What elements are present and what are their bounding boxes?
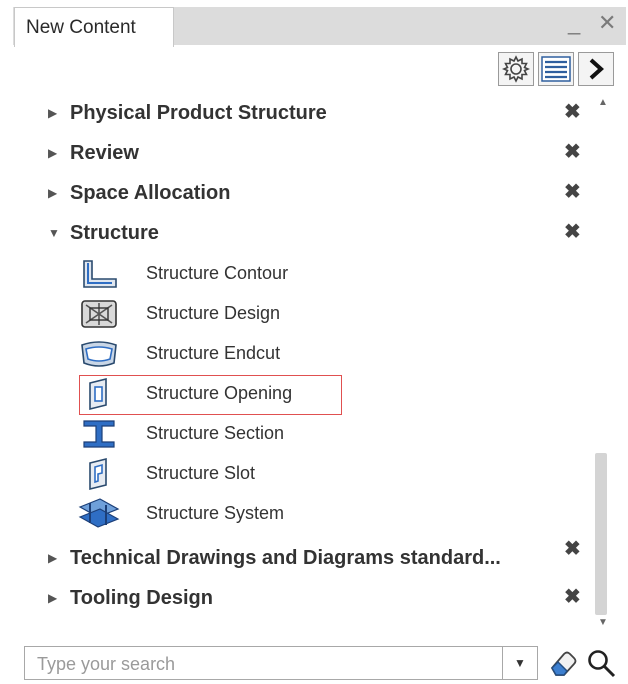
expand-arrow-icon: ▶ [48,551,58,565]
category-space-allocation[interactable]: ▶ Space Allocation ✖ [0,177,581,213]
category-review[interactable]: ▶ Review ✖ [0,137,581,173]
remove-category-button[interactable]: ✖ [564,584,581,609]
category-technical-drawings[interactable]: ▶ Technical Drawings and Diagrams standa… [0,538,581,578]
expand-arrow-icon: ▶ [48,186,58,200]
category-structure[interactable]: ▼ Structure ✖ [0,217,581,253]
panel-toolbar [498,52,614,86]
expand-arrow-icon: ▶ [48,591,58,605]
item-label: Structure Section [146,423,285,443]
search-box: ▼ [24,646,538,681]
remove-category-button[interactable]: ✖ [564,99,581,124]
item-label: Structure Slot [146,463,256,483]
category-physical-product-structure[interactable]: ▶ Physical Product Structure ✖ [0,97,581,133]
search-input[interactable] [25,647,515,681]
category-label: Structure [70,222,159,244]
item-label: Structure System [146,503,285,523]
eraser-icon[interactable] [548,648,578,678]
chevron-right-icon [589,58,604,80]
expand-arrow-icon: ▶ [48,146,58,160]
item-label: Structure Contour [146,263,289,283]
scroll-down-icon[interactable]: ▼ [598,617,608,628]
tab-new-content[interactable]: New Content [14,7,174,47]
remove-category-button[interactable]: ✖ [564,536,581,561]
category-tooling-design[interactable]: ▶ Tooling Design ✖ [0,582,581,618]
structure-design-icon [81,300,117,328]
item-structure-contour[interactable]: Structure Contour [0,255,580,291]
item-structure-slot[interactable]: Structure Slot [0,455,580,491]
structure-contour-icon [83,260,117,288]
scroll-up-icon[interactable]: ▲ [598,97,608,108]
selection-highlight [79,375,342,415]
expand-button[interactable] [578,52,614,86]
category-label: Physical Product Structure [70,102,327,124]
category-label: Tooling Design [70,587,213,609]
new-content-panel: New Content _ ✕ ▶ Physical Product Struc… [0,0,628,684]
search-history-dropdown[interactable]: ▼ [502,647,537,679]
item-structure-system[interactable]: Structure System [0,495,580,531]
list-icon [541,56,571,82]
list-view-button[interactable] [538,52,574,86]
tab-label: New Content [26,17,136,38]
item-structure-section[interactable]: Structure Section [0,415,580,451]
structure-section-icon [83,420,115,448]
category-label: Technical Drawings and Diagrams standard… [70,547,501,569]
item-label: Structure Design [146,303,281,323]
item-structure-endcut[interactable]: Structure Endcut [0,335,580,371]
item-structure-design[interactable]: Structure Design [0,295,580,331]
close-button[interactable]: ✕ [598,12,616,34]
remove-category-button[interactable]: ✖ [564,179,581,204]
category-label: Review [70,142,139,164]
search-icon[interactable] [586,648,618,678]
remove-category-button[interactable]: ✖ [564,139,581,164]
settings-button[interactable] [498,52,534,86]
remove-category-button[interactable]: ✖ [564,219,581,244]
expand-arrow-icon: ▶ [48,106,58,120]
minimize-button[interactable]: _ [568,12,580,34]
structure-slot-icon [89,457,107,491]
structure-system-icon [78,498,120,528]
item-label: Structure Endcut [146,343,281,363]
collapse-arrow-icon: ▼ [48,226,60,240]
structure-endcut-icon [81,341,117,367]
scroll-thumb[interactable] [595,453,607,615]
category-label: Space Allocation [70,182,231,204]
gear-icon [501,55,531,83]
chevron-down-icon: ▼ [514,656,526,670]
vertical-scrollbar[interactable]: ▲ ▼ [594,95,614,635]
